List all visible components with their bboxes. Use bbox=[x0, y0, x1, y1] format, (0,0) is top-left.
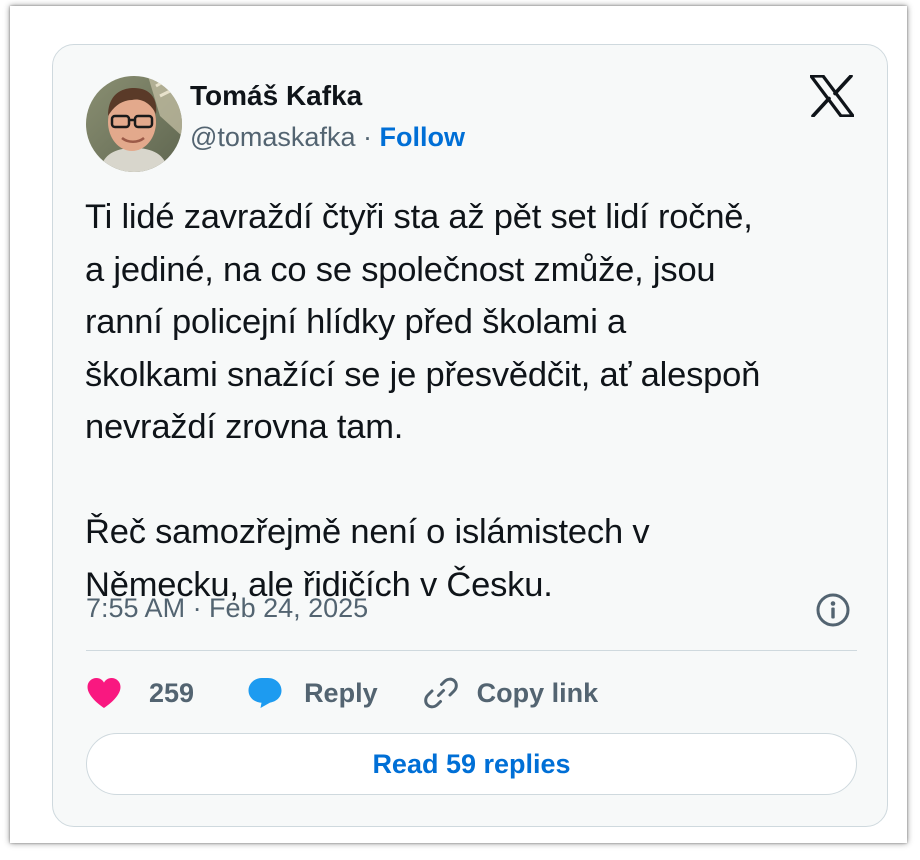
avatar[interactable] bbox=[86, 76, 182, 172]
tweet-timestamp[interactable]: 7:55 AM · Feb 24, 2025 bbox=[86, 593, 368, 624]
x-logo-icon[interactable] bbox=[809, 74, 855, 118]
author-name[interactable]: Tomáš Kafka bbox=[190, 80, 362, 112]
read-replies-button[interactable]: Read 59 replies bbox=[86, 733, 857, 795]
copy-link-label: Copy link bbox=[476, 677, 599, 708]
handle-separator: · bbox=[355, 122, 380, 152]
screenshot-frame: Tomáš Kafka @tomaskafka · Follow Ti lidé… bbox=[10, 6, 907, 843]
tweet-card: Tomáš Kafka @tomaskafka · Follow Ti lidé… bbox=[52, 44, 888, 827]
reply-button[interactable]: Reply bbox=[247, 677, 378, 709]
like-button[interactable]: 259 bbox=[86, 677, 194, 709]
copy-link-button[interactable]: Copy link bbox=[423, 675, 599, 711]
reply-label: Reply bbox=[304, 677, 378, 708]
link-icon bbox=[423, 675, 459, 711]
author-handle-row: @tomaskafka · Follow bbox=[190, 122, 465, 153]
author-handle[interactable]: @tomaskafka bbox=[190, 122, 355, 152]
info-icon[interactable] bbox=[815, 592, 851, 628]
heart-icon bbox=[86, 677, 122, 709]
like-count: 259 bbox=[149, 677, 195, 708]
divider bbox=[86, 650, 857, 651]
tweet-text: Ti lidé zavraždí čtyři sta až pět set li… bbox=[85, 198, 761, 604]
action-bar: 259 Reply Copy link bbox=[86, 673, 598, 713]
avatar-photo bbox=[86, 76, 182, 172]
speech-bubble-icon bbox=[247, 677, 283, 709]
follow-link[interactable]: Follow bbox=[379, 122, 464, 152]
